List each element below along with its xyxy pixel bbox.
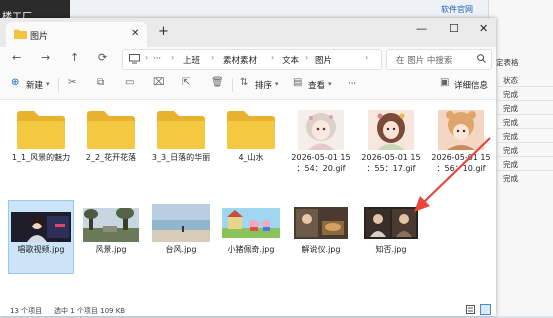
new-icon: ⊕	[11, 77, 20, 88]
chevron-right-icon: ›	[211, 53, 215, 62]
new-tab-button[interactable]: +	[158, 24, 169, 39]
grid-line	[497, 86, 553, 87]
command-bar: ⊕ 新建 ▾ ✂ ⧉ ▭ ⌧ ⇱ 🗑 ⇅ 排序 ▾ ▤ 查看 ▾ ··· ▣ 详…	[0, 71, 496, 100]
copy-icon[interactable]: ⧉	[97, 77, 104, 88]
chevron-right-icon: ›	[365, 53, 369, 62]
delete-icon[interactable]: 🗑	[211, 77, 224, 88]
grid-line	[497, 100, 553, 101]
close-button[interactable]: ✕	[479, 22, 488, 35]
grid-line	[497, 114, 553, 115]
tab-close-icon[interactable]: ✕	[131, 28, 139, 39]
title-bar: 图片 ✕ + — ☐ ✕	[0, 18, 496, 47]
chevron-right-icon: ›	[305, 53, 309, 62]
maximize-button[interactable]: ☐	[449, 22, 459, 35]
paste-icon[interactable]: ▭	[125, 77, 134, 88]
chevron-down-icon: ▾	[328, 80, 332, 88]
share-icon[interactable]: ⇱	[182, 77, 190, 88]
more-options-button[interactable]: ···	[348, 79, 356, 89]
details-view-icon[interactable]	[466, 305, 475, 317]
new-button[interactable]: 新建	[26, 79, 43, 91]
spreadsheet-cell: 完成	[503, 118, 518, 127]
up-button[interactable]: ↑	[70, 51, 79, 64]
software-website-link[interactable]: 软件官网	[441, 4, 473, 15]
item-count: 13 个项目	[10, 307, 43, 315]
divider	[232, 78, 233, 92]
tab-title: 图片	[30, 32, 49, 42]
file-explorer-window: 图片 ✕ + — ☐ ✕ ← → ↑ ⟳ › ··· › 上班 › 素材素材 ›…	[0, 18, 496, 316]
spreadsheet-cell: 完成	[503, 104, 518, 113]
folder-icon	[14, 29, 27, 42]
back-button[interactable]: ←	[12, 51, 21, 64]
breadcrumb[interactable]: 图片	[315, 54, 332, 66]
chevron-down-icon: ▾	[275, 80, 279, 88]
grid-line	[497, 142, 553, 143]
search-icon	[477, 54, 486, 66]
spreadsheet-cell: 完成	[503, 132, 518, 141]
search-placeholder: 在 图片 中搜索	[396, 56, 453, 66]
chevron-down-icon: ▾	[46, 80, 50, 88]
sort-icon: ⇅	[240, 77, 249, 88]
search-input[interactable]: 在 图片 中搜索	[386, 49, 492, 70]
minimize-button[interactable]: —	[416, 22, 427, 35]
spreadsheet-cell: 状态	[503, 76, 518, 85]
spreadsheet-header: 定表格	[496, 58, 519, 67]
spreadsheet-cell: 完成	[503, 90, 518, 99]
sort-button[interactable]: 排序	[255, 79, 272, 91]
details-pane-icon: ▣	[440, 77, 450, 88]
grid-line	[497, 128, 553, 129]
grid-line	[497, 170, 553, 171]
breadcrumb[interactable]: 文本	[282, 54, 299, 66]
address-bar[interactable]: › ··· › 上班 › 素材素材 › 文本 › 图片 ›	[122, 49, 382, 70]
red-arrow-annotation	[414, 137, 491, 212]
grid-line	[497, 156, 553, 157]
breadcrumb[interactable]: 上班	[183, 54, 200, 66]
status-bar: 13 个项目 选中 1 个项目 109 KB	[0, 304, 496, 316]
pc-icon	[129, 54, 140, 67]
refresh-button[interactable]: ⟳	[98, 51, 107, 64]
forward-button[interactable]: →	[41, 51, 50, 64]
details-button[interactable]: 详细信息	[454, 79, 488, 91]
selection-info: 选中 1 个项目 109 KB	[54, 307, 126, 315]
cut-icon[interactable]: ✂	[68, 77, 76, 88]
spreadsheet-cell: 完成	[503, 146, 518, 155]
tab-pictures[interactable]: 图片 ✕	[6, 22, 147, 47]
breadcrumb[interactable]: 素材素材	[223, 54, 257, 66]
spreadsheet-cell: 完成	[503, 174, 518, 183]
file-view: 1_1_风景的魅力 2_2_花开花落 3_3_日落的华丽 4_山水 2026-0…	[0, 100, 496, 304]
view-button[interactable]: 查看	[308, 79, 325, 91]
chevron-right-icon: ›	[145, 53, 149, 62]
breadcrumb-more[interactable]: ···	[153, 54, 161, 64]
rename-icon[interactable]: ⌧	[153, 77, 165, 88]
chevron-right-icon: ›	[171, 53, 175, 62]
spreadsheet-cell: 完成	[503, 160, 518, 169]
chevron-right-icon: ›	[271, 53, 275, 62]
divider	[58, 78, 59, 92]
view-icon: ▤	[293, 77, 303, 88]
navigation-bar: ← → ↑ ⟳ › ··· › 上班 › 素材素材 › 文本 › 图片 › 在 …	[0, 47, 496, 71]
